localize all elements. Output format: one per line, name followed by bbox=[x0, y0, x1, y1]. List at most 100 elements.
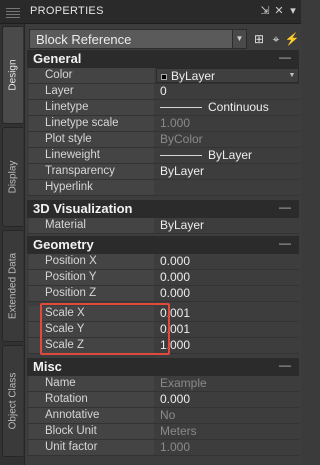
tab-extended-data-label: Extended Data bbox=[7, 252, 19, 320]
prop-row-unit-factor[interactable]: Unit factor 1.000 bbox=[27, 440, 299, 456]
prop-label: Position Z bbox=[29, 286, 154, 301]
prop-value[interactable]: No bbox=[156, 408, 299, 423]
prop-value[interactable]: 1.000 bbox=[156, 338, 299, 353]
prop-row-transparency[interactable]: Transparency ByLayer bbox=[27, 164, 299, 180]
prop-label: Position Y bbox=[29, 270, 154, 285]
palette-titlebar[interactable]: PROPERTIES ⇲ ✕ ▾ bbox=[0, 0, 301, 24]
section-title: Geometry bbox=[33, 237, 94, 252]
prop-value-linetype[interactable]: Continuous bbox=[156, 100, 299, 115]
line-sample-icon bbox=[160, 155, 202, 157]
prop-value[interactable]: 0.001 bbox=[156, 306, 299, 321]
section-title: General bbox=[33, 51, 82, 66]
properties-menu-icon[interactable]: ▾ bbox=[286, 4, 300, 18]
prop-row-hyperlink[interactable]: Hyperlink bbox=[27, 180, 299, 196]
prop-label: Lineweight bbox=[29, 148, 154, 163]
prop-value[interactable]: 0 bbox=[156, 84, 299, 99]
prop-label: Material bbox=[29, 218, 154, 233]
collapse-icon[interactable]: — bbox=[279, 358, 291, 372]
section-title: Misc bbox=[33, 359, 62, 374]
grip-icon[interactable] bbox=[6, 6, 20, 18]
section-geometry-header[interactable]: Geometry — bbox=[27, 236, 299, 254]
prop-value: ByLayer bbox=[208, 148, 253, 162]
prop-value[interactable]: 0.000 bbox=[156, 254, 299, 269]
prop-row-linetype[interactable]: Linetype Continuous bbox=[27, 100, 299, 116]
section-title: 3D Visualization bbox=[33, 201, 133, 216]
color-swatch-icon bbox=[161, 73, 167, 80]
chevron-down-icon[interactable]: ▼ bbox=[232, 30, 246, 48]
prop-row-name[interactable]: Name Example bbox=[27, 376, 299, 392]
prop-label: Hyperlink bbox=[29, 180, 154, 195]
quick-select-icon[interactable]: ⚡ bbox=[284, 31, 300, 47]
chevron-down-icon[interactable]: ▼ bbox=[287, 70, 297, 82]
select-objects-icon[interactable]: ⌖ bbox=[268, 31, 284, 47]
prop-value: ByLayer bbox=[171, 69, 216, 83]
prop-label: Scale Z bbox=[29, 338, 154, 353]
prop-row-scale-z[interactable]: Scale Z 1.000 bbox=[27, 338, 299, 354]
prop-value[interactable]: 1.000 bbox=[156, 116, 299, 131]
prop-row-rotation[interactable]: Rotation 0.000 bbox=[27, 392, 299, 408]
prop-value[interactable]: 1.000 bbox=[156, 440, 299, 455]
tab-design[interactable]: Design bbox=[2, 26, 23, 124]
prop-row-material[interactable]: Material ByLayer bbox=[27, 218, 299, 234]
prop-value[interactable]: ByLayer bbox=[156, 218, 299, 233]
section-general-header[interactable]: General — bbox=[27, 50, 299, 68]
object-type-value: Block Reference bbox=[36, 32, 132, 47]
collapse-icon[interactable]: — bbox=[279, 200, 291, 214]
prop-label: Transparency bbox=[29, 164, 154, 179]
tab-design-label: Design bbox=[7, 59, 19, 91]
prop-label: Name bbox=[29, 376, 154, 391]
prop-row-position-z[interactable]: Position Z 0.000 bbox=[27, 286, 299, 302]
prop-label: Linetype bbox=[29, 100, 154, 115]
close-icon[interactable]: ✕ bbox=[272, 4, 286, 18]
palette-title: PROPERTIES bbox=[30, 5, 104, 17]
tab-object-class[interactable]: Object Class bbox=[2, 345, 23, 457]
tab-display-label: Display bbox=[7, 160, 19, 194]
prop-label: Layer bbox=[29, 84, 154, 99]
toggle-pickadd-icon[interactable]: ⊞ bbox=[251, 31, 267, 47]
prop-label: Scale X bbox=[29, 306, 154, 321]
prop-value: Continuous bbox=[208, 100, 269, 114]
prop-label: Position X bbox=[29, 254, 154, 269]
prop-row-position-x[interactable]: Position X 0.000 bbox=[27, 254, 299, 270]
object-type-select[interactable]: Block Reference ▼ bbox=[29, 29, 247, 49]
pin-icon[interactable]: ⇲ bbox=[258, 4, 272, 18]
prop-row-position-y[interactable]: Position Y 0.000 bbox=[27, 270, 299, 286]
prop-value[interactable]: 0.001 bbox=[156, 322, 299, 337]
properties-panel: Block Reference ▼ ⊞ ⌖ ⚡ General — Color … bbox=[26, 24, 301, 465]
prop-row-layer[interactable]: Layer 0 bbox=[27, 84, 299, 100]
prop-row-color[interactable]: Color ByLayer ▼ bbox=[27, 68, 299, 84]
tab-display[interactable]: Display bbox=[2, 127, 23, 227]
prop-label: Block Unit bbox=[29, 424, 154, 439]
prop-value[interactable]: Meters bbox=[156, 424, 299, 439]
prop-label: Unit factor bbox=[29, 440, 154, 455]
prop-row-linetype-scale[interactable]: Linetype scale 1.000 bbox=[27, 116, 299, 132]
prop-label: Linetype scale bbox=[29, 116, 154, 131]
prop-label: Plot style bbox=[29, 132, 154, 147]
prop-row-scale-x[interactable]: Scale X 0.001 bbox=[27, 306, 299, 322]
prop-label: Color bbox=[29, 68, 154, 83]
prop-value[interactable]: ByColor bbox=[156, 132, 299, 147]
collapse-icon[interactable]: — bbox=[279, 50, 291, 64]
prop-row-lineweight[interactable]: Lineweight ByLayer bbox=[27, 148, 299, 164]
prop-row-block-unit[interactable]: Block Unit Meters bbox=[27, 424, 299, 440]
tab-extended-data[interactable]: Extended Data bbox=[2, 230, 23, 342]
prop-value-lineweight[interactable]: ByLayer bbox=[156, 148, 299, 163]
prop-value[interactable]: 0.000 bbox=[156, 270, 299, 285]
prop-value[interactable]: Example bbox=[156, 376, 299, 391]
prop-value[interactable] bbox=[156, 180, 299, 195]
section-3d-visualization-header[interactable]: 3D Visualization — bbox=[27, 200, 299, 218]
prop-value-dropdown[interactable]: ByLayer ▼ bbox=[156, 68, 299, 83]
prop-row-plot-style[interactable]: Plot style ByColor bbox=[27, 132, 299, 148]
prop-label: Annotative bbox=[29, 408, 154, 423]
prop-row-scale-y[interactable]: Scale Y 0.001 bbox=[27, 322, 299, 338]
prop-value[interactable]: 0.000 bbox=[156, 286, 299, 301]
line-sample-icon bbox=[160, 107, 202, 109]
prop-value[interactable]: 0.000 bbox=[156, 392, 299, 407]
prop-label: Scale Y bbox=[29, 322, 154, 337]
selection-bar: Block Reference ▼ ⊞ ⌖ ⚡ bbox=[26, 29, 301, 51]
prop-label: Rotation bbox=[29, 392, 154, 407]
prop-row-annotative[interactable]: Annotative No bbox=[27, 408, 299, 424]
section-misc-header[interactable]: Misc — bbox=[27, 358, 299, 376]
collapse-icon[interactable]: — bbox=[279, 236, 291, 250]
prop-value[interactable]: ByLayer bbox=[156, 164, 299, 179]
